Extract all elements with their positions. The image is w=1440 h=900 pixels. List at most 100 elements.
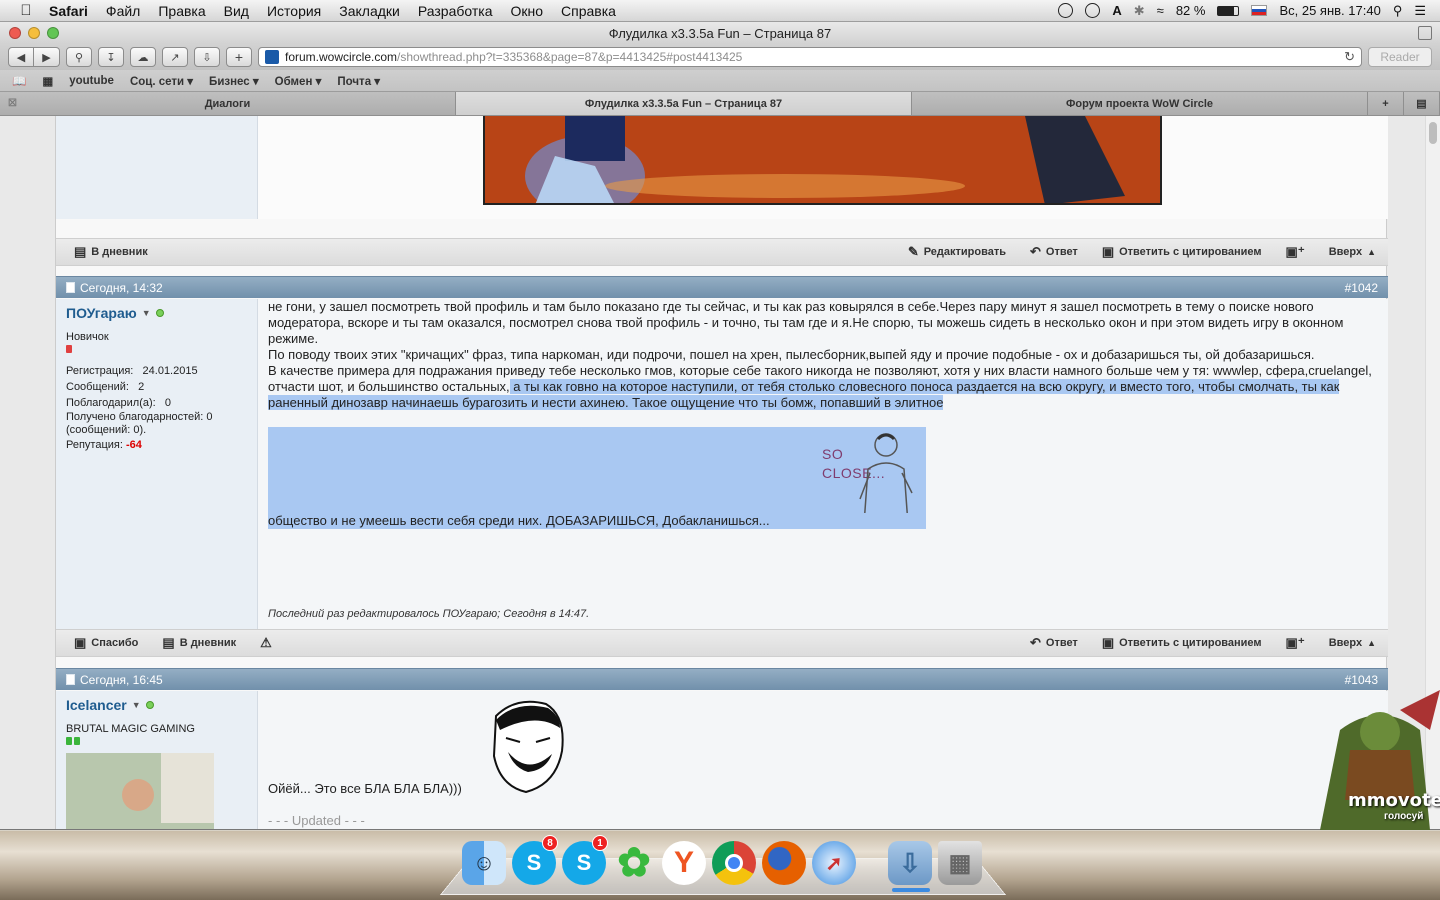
- post-number[interactable]: #1043: [1345, 673, 1378, 687]
- reader-button[interactable]: Reader: [1368, 47, 1432, 67]
- reply-button[interactable]: ↶ Ответ: [1018, 244, 1090, 260]
- firefox-icon[interactable]: [762, 841, 806, 885]
- msgs-label: Сообщений:: [66, 381, 129, 393]
- pin-icon[interactable]: ⚲: [66, 47, 92, 67]
- menu-bookmarks[interactable]: Закладки: [330, 3, 409, 19]
- add-bookmark-button[interactable]: +: [226, 47, 252, 67]
- time-machine-icon[interactable]: [1085, 3, 1101, 18]
- chrome-icon[interactable]: [712, 841, 756, 885]
- tab-forum[interactable]: Форум проекта WoW Circle: [912, 92, 1368, 115]
- menu-develop[interactable]: Разработка: [409, 3, 502, 19]
- menu-edit[interactable]: Правка: [149, 3, 214, 19]
- apple-menu-icon[interactable]: : [12, 2, 40, 19]
- menu-history[interactable]: История: [258, 3, 330, 19]
- post-actions-bar: ▣ Спасибо ▤ В дневник ⚠ ↶ Ответ ▣ Ответить с…: [56, 629, 1388, 657]
- online-status-icon: [155, 309, 164, 317]
- top-button[interactable]: Вверх ▲: [1317, 246, 1388, 258]
- text-input-icon[interactable]: A: [1112, 3, 1121, 18]
- site-favicon-icon: [265, 50, 279, 64]
- username[interactable]: ПОУгараю ▼: [66, 305, 247, 321]
- top-button[interactable]: Вверх ▲: [1317, 637, 1388, 649]
- quote-reply-button[interactable]: ▣ Ответить с цитированием: [1090, 244, 1274, 260]
- clock[interactable]: Вс, 25 янв. 17:40: [1279, 3, 1380, 18]
- menu-window[interactable]: Окно: [501, 3, 552, 19]
- multiquote-button[interactable]: ▣⁺: [1274, 244, 1317, 260]
- wifi-icon[interactable]: ≈: [1157, 3, 1164, 18]
- icq-icon[interactable]: ✿: [612, 841, 656, 885]
- post-body: ПОУгараю ▼ Новичок Регистрация: 24.01.20…: [56, 299, 1388, 629]
- post-userinfo: Icelancer ▼ BRUTAL MAGIC GAMING: [56, 691, 258, 829]
- report-icon: ⚠: [260, 635, 272, 650]
- close-tab-icon[interactable]: ☒: [8, 98, 17, 109]
- reading-list-icon[interactable]: 📖: [12, 74, 26, 88]
- bookmark-youtube[interactable]: youtube: [69, 75, 114, 87]
- tab-flood[interactable]: Флудилка x3.3.5a Fun – Страница 87: [456, 92, 912, 115]
- thanked-label: Поблагодарил(а):: [66, 397, 156, 409]
- user-stats: Регистрация: 24.01.2015 Сообщений: 2 Поб…: [66, 363, 247, 453]
- battery-icon[interactable]: [1217, 5, 1240, 16]
- yandex-browser-icon[interactable]: Y: [662, 841, 706, 885]
- dock: ☺ S8 S1 ✿ Y ➚ ⇩ ▦: [0, 831, 1440, 900]
- quote-reply-button[interactable]: ▣ Ответить с цитированием: [1090, 635, 1274, 651]
- reply-button[interactable]: ↶ Ответ: [1018, 635, 1090, 651]
- new-tab-button[interactable]: +: [1368, 92, 1404, 115]
- share-icon[interactable]: ↗: [162, 47, 188, 67]
- notifications-icon[interactable]: ☰: [1414, 3, 1426, 19]
- diary-icon: ▤: [162, 635, 175, 650]
- bookmark-exchange[interactable]: Обмен ▾: [275, 74, 322, 88]
- mmovote-badge[interactable]: mmovote голосуй: [1300, 690, 1440, 830]
- scroll-thumb[interactable]: [1429, 122, 1437, 144]
- menu-view[interactable]: Вид: [215, 3, 258, 19]
- tab-dialogs[interactable]: ☒ Диалоги: [0, 92, 456, 115]
- menu-help[interactable]: Справка: [552, 3, 625, 19]
- bluetooth-icon[interactable]: ✱: [1134, 3, 1145, 19]
- top-label: Вверх: [1328, 637, 1363, 649]
- chevron-down-icon[interactable]: ▼: [142, 308, 151, 318]
- report-button[interactable]: ⚠: [248, 635, 284, 651]
- diary-button[interactable]: ▤ В дневник: [56, 244, 160, 260]
- downloads-icon[interactable]: ⇩: [194, 47, 220, 67]
- cloud-icon[interactable]: ☁: [130, 47, 156, 67]
- skype-badge: 1: [592, 835, 608, 851]
- bookmark-mail[interactable]: Почта ▾: [337, 74, 380, 88]
- finder-icon[interactable]: ☺: [462, 841, 506, 885]
- dock-separator: [862, 841, 882, 885]
- bookmark-social[interactable]: Соц. сети ▾: [130, 74, 193, 88]
- signature-image: [483, 116, 1162, 205]
- post-content: не гони, у зашел посмотреть твой профиль…: [268, 299, 1378, 620]
- thanks-button[interactable]: ▣ Спасибо: [56, 635, 150, 651]
- back-button[interactable]: ◀: [8, 47, 34, 67]
- address-bar[interactable]: forum.wowcircle.com /showthread.php?t=33…: [258, 47, 1362, 67]
- arrow-up-icon: ▲: [1367, 247, 1376, 257]
- top-sites-icon[interactable]: ▦: [42, 74, 53, 88]
- chevron-down-icon[interactable]: ▼: [132, 700, 141, 710]
- bookmark-business[interactable]: Бизнес ▾: [209, 74, 259, 88]
- diary-button[interactable]: ▤ В дневник: [150, 635, 248, 651]
- skype-icon[interactable]: S8: [512, 835, 558, 885]
- forward-button[interactable]: ▶: [34, 47, 60, 67]
- post-number[interactable]: #1042: [1345, 281, 1378, 295]
- received-thanks: Получено благодарностей: 0 (сообщений: 0…: [66, 411, 213, 436]
- reload-icon[interactable]: ↻: [1344, 49, 1355, 65]
- url-host: forum.wowcircle.com: [285, 50, 398, 64]
- previous-post-userinfo: [56, 116, 258, 219]
- avatar[interactable]: [66, 753, 214, 829]
- menu-safari[interactable]: Safari: [40, 3, 97, 19]
- downloads-folder-icon[interactable]: ⇩: [888, 841, 932, 885]
- sync-icon[interactable]: [1058, 3, 1074, 18]
- edit-button[interactable]: ✎ Редактировать: [896, 244, 1018, 260]
- trash-icon[interactable]: ▦: [938, 841, 982, 885]
- tab-overview-icon[interactable]: ▤: [1404, 92, 1440, 115]
- safari-icon[interactable]: ➚: [812, 841, 856, 885]
- fullscreen-button[interactable]: [1418, 26, 1432, 40]
- avatar-photo: [66, 753, 214, 829]
- multiquote-button[interactable]: ▣⁺: [1274, 635, 1317, 651]
- reply-icon: ↶: [1029, 635, 1041, 650]
- flag-icon[interactable]: [1251, 5, 1268, 16]
- username[interactable]: Icelancer ▼: [66, 697, 247, 713]
- download-icon[interactable]: ↧: [98, 47, 124, 67]
- spotlight-icon[interactable]: ⚲: [1393, 3, 1403, 19]
- reputation-bar: [66, 737, 247, 745]
- skype-icon[interactable]: S1: [562, 835, 608, 885]
- menu-file[interactable]: Файл: [97, 3, 149, 19]
